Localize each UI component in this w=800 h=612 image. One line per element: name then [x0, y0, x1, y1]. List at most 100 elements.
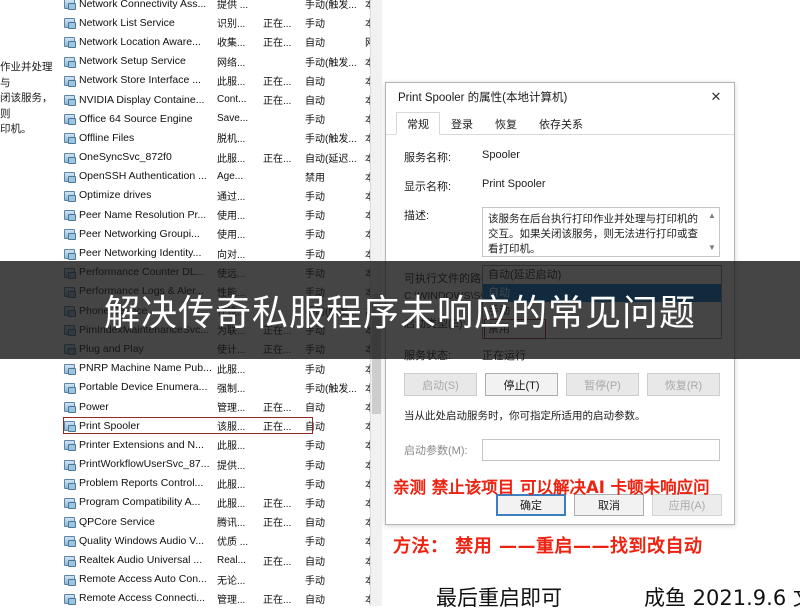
- service-row[interactable]: Quality Windows Audio V...优质 ...手动本地服务: [60, 531, 382, 550]
- service-startup-type-cell: 手动: [305, 498, 325, 510]
- startup-params-input[interactable]: [482, 439, 720, 461]
- service-row[interactable]: Realtek Audio Universal ... Real... 正在... 自…: [60, 550, 382, 569]
- service-gear-icon: [63, 0, 76, 11]
- service-state-cell: 正在...: [263, 403, 292, 415]
- red-annotation-line-1: 亲测 禁止该项目 可以解决AI 卡顿未响应问: [393, 478, 710, 497]
- service-row[interactable]: Peer Networking Groupi...使用...手动本地服务: [60, 224, 382, 243]
- service-startup-type-cell: 自动: [305, 76, 325, 88]
- service-startup-type-cell: 手动: [305, 575, 325, 587]
- service-name-cell: Office 64 Source Engine: [79, 112, 193, 125]
- service-name-cell: Network List Service: [79, 16, 175, 29]
- service-row[interactable]: PrintWorkflowUserSvc_87...提供...手动本地系统: [60, 455, 382, 474]
- service-name-cell: Network Connectivity Ass...: [79, 0, 207, 10]
- red-annotation-line-2: 方法： 禁用 ——重启——找到改自动: [393, 536, 703, 557]
- service-gear-icon: [63, 573, 76, 586]
- service-startup-type-cell: 手动(触发...: [305, 57, 357, 69]
- service-gear-icon: [63, 515, 76, 529]
- service-state-cell: 正在...: [263, 96, 292, 108]
- service-row[interactable]: Network List Service识别...正在...手动本地服务: [60, 13, 382, 32]
- close-icon[interactable]: ✕: [698, 84, 734, 111]
- service-startup-type-cell: 自动: [305, 38, 325, 50]
- left-fragment-line-3: 印机。: [0, 123, 32, 135]
- service-state-cell: 正在...: [263, 76, 292, 88]
- service-row[interactable]: Optimize drives通过...手动本地系统: [60, 186, 382, 205]
- service-row[interactable]: Network Setup Service网络...手动(触发...本地系统: [60, 52, 382, 71]
- startup-params-hint: 当从此处启动服务时，你可指定所适用的启动参数。: [404, 410, 646, 422]
- service-startup-type-cell: 手动: [305, 19, 325, 31]
- service-gear-icon: [63, 362, 76, 375]
- service-name-cell: OneSyncSvc_872f0: [79, 151, 172, 164]
- service-startup-type-cell: 自动: [305, 594, 325, 606]
- service-description-cell: 使用...: [217, 230, 246, 242]
- service-row[interactable]: Network Connectivity Ass... 提供 ... 手动(触发..…: [60, 0, 382, 13]
- service-row[interactable]: Peer Name Resolution Pr...使用...手动本地服务: [60, 205, 382, 224]
- service-row[interactable]: OneSyncSvc_872f0此服...正在...自动(延迟...本地系统: [60, 148, 382, 167]
- service-description-cell: 使用...: [217, 211, 246, 223]
- service-description-cell: 腾讯...: [217, 518, 246, 530]
- service-gear-icon: [63, 55, 76, 68]
- service-description-cell: 通过...: [217, 191, 246, 203]
- service-row[interactable]: QPCore Service腾讯...正在...自动本地系统: [60, 512, 382, 531]
- service-name-value: Spooler: [482, 149, 520, 161]
- service-gear-icon: [63, 419, 76, 433]
- bottom-text-left: 最后重启即可: [436, 586, 562, 610]
- service-row[interactable]: Remote Access Auto Con...无论...手动本地系统: [60, 570, 382, 589]
- service-row[interactable]: Print Spooler该服...正在...自动本地系统: [60, 416, 382, 435]
- service-row[interactable]: Office 64 Source EngineSave...手动本地系统: [60, 109, 382, 128]
- pause-button[interactable]: 暂停(P): [566, 373, 639, 396]
- bottom-text-right: 成鱼 2021.9.6 文: [644, 586, 800, 610]
- service-startup-type-cell: 手动(触发...: [305, 134, 357, 146]
- stop-button[interactable]: 停止(T): [485, 373, 558, 396]
- start-button[interactable]: 启动(S): [404, 373, 477, 396]
- service-name-cell: Quality Windows Audio V...: [79, 534, 205, 547]
- dialog-tabs: 常规 登录 恢复 依存关系: [386, 112, 734, 135]
- service-row[interactable]: Program Compatibility A...此服...正在...手动本地…: [60, 493, 382, 512]
- service-row[interactable]: NVIDIA Display Containe... Cont... 正在... 自动…: [60, 90, 382, 109]
- service-name-cell: Realtek Audio Universal ...: [79, 554, 203, 567]
- tab-general[interactable]: 常规: [396, 112, 440, 135]
- service-description-cell: Cont...: [217, 94, 247, 106]
- service-state-cell: 正在...: [263, 422, 292, 434]
- service-name-cell: NVIDIA Display Containe...: [79, 93, 205, 106]
- service-name-cell: Problem Reports Control...: [79, 477, 204, 490]
- description-label: 描述:: [404, 210, 430, 222]
- service-row[interactable]: Remote Access Connecti...管理...正在...自动本地系…: [60, 589, 382, 606]
- service-name-label: 服务名称:: [404, 152, 452, 164]
- service-row[interactable]: Network Location Aware...收集...正在...自动网络服…: [60, 32, 382, 51]
- service-description-cell: Age...: [217, 170, 244, 182]
- tab-dependencies[interactable]: 依存关系: [528, 112, 594, 134]
- service-description-cell: 脱机...: [217, 134, 246, 146]
- service-row[interactable]: Printer Extensions and N...此服...手动本地系统: [60, 435, 382, 454]
- scroll-down-icon[interactable]: ▼: [707, 243, 717, 253]
- overlay-title-text: 解决传奇私服程序未响应的常见问题: [103, 293, 696, 334]
- service-row[interactable]: Offline Files脱机...手动(触发...本地系统: [60, 128, 382, 147]
- service-name-cell: QPCore Service: [79, 515, 155, 528]
- service-row[interactable]: Network Store Interface ...此服...正在...自动本…: [60, 71, 382, 90]
- service-name-cell: Network Location Aware...: [79, 35, 201, 48]
- service-row[interactable]: Peer Networking Identity...向对...手动本地服务: [60, 243, 382, 262]
- service-name-cell: Peer Name Resolution Pr...: [79, 208, 207, 221]
- service-row[interactable]: Portable Device Enumera...强制...手动(触发...本…: [60, 378, 382, 397]
- service-row[interactable]: Problem Reports Control...此服...手动本地系统: [60, 474, 382, 493]
- service-name-cell: Peer Networking Groupi...: [79, 227, 200, 240]
- scroll-up-icon[interactable]: ▲: [707, 211, 717, 221]
- service-description-cell: 强制...: [217, 383, 246, 395]
- resume-button[interactable]: 恢复(R): [647, 373, 720, 396]
- service-name-cell: Peer Networking Identity...: [79, 247, 202, 260]
- service-description-cell: 无论...: [217, 575, 246, 587]
- service-row[interactable]: PNRP Machine Name Pub...此服...手动本地服务: [60, 359, 382, 378]
- description-textarea[interactable]: 该服务在后台执行打印作业并处理与打印机的交互。如果关闭该服务，则无法进行打印或查…: [482, 207, 720, 257]
- service-row[interactable]: OpenSSH Authentication ...Age...禁用本地系统: [60, 167, 382, 186]
- tab-recovery[interactable]: 恢复: [484, 112, 528, 134]
- tab-logon[interactable]: 登录: [440, 112, 484, 134]
- service-state-cell: 正在...: [263, 153, 292, 165]
- description-text: 该服务在后台执行打印作业并处理与打印机的交互。如果关闭该服务，则无法进行打印或查…: [488, 213, 698, 255]
- service-description-cell: 该服...: [217, 422, 246, 434]
- service-gear-icon: [63, 35, 76, 49]
- service-startup-type-cell: 手动: [305, 115, 325, 127]
- service-gear-icon: [63, 151, 76, 164]
- service-gear-icon: [63, 227, 76, 241]
- service-row[interactable]: Power管理...正在...自动本地系统: [60, 397, 382, 416]
- description-row: 描述: 该服务在后台执行打印作业并处理与打印机的交互。如果关闭该服务，则无法进行…: [404, 207, 720, 257]
- startup-params-label: 启动参数(M):: [404, 445, 468, 457]
